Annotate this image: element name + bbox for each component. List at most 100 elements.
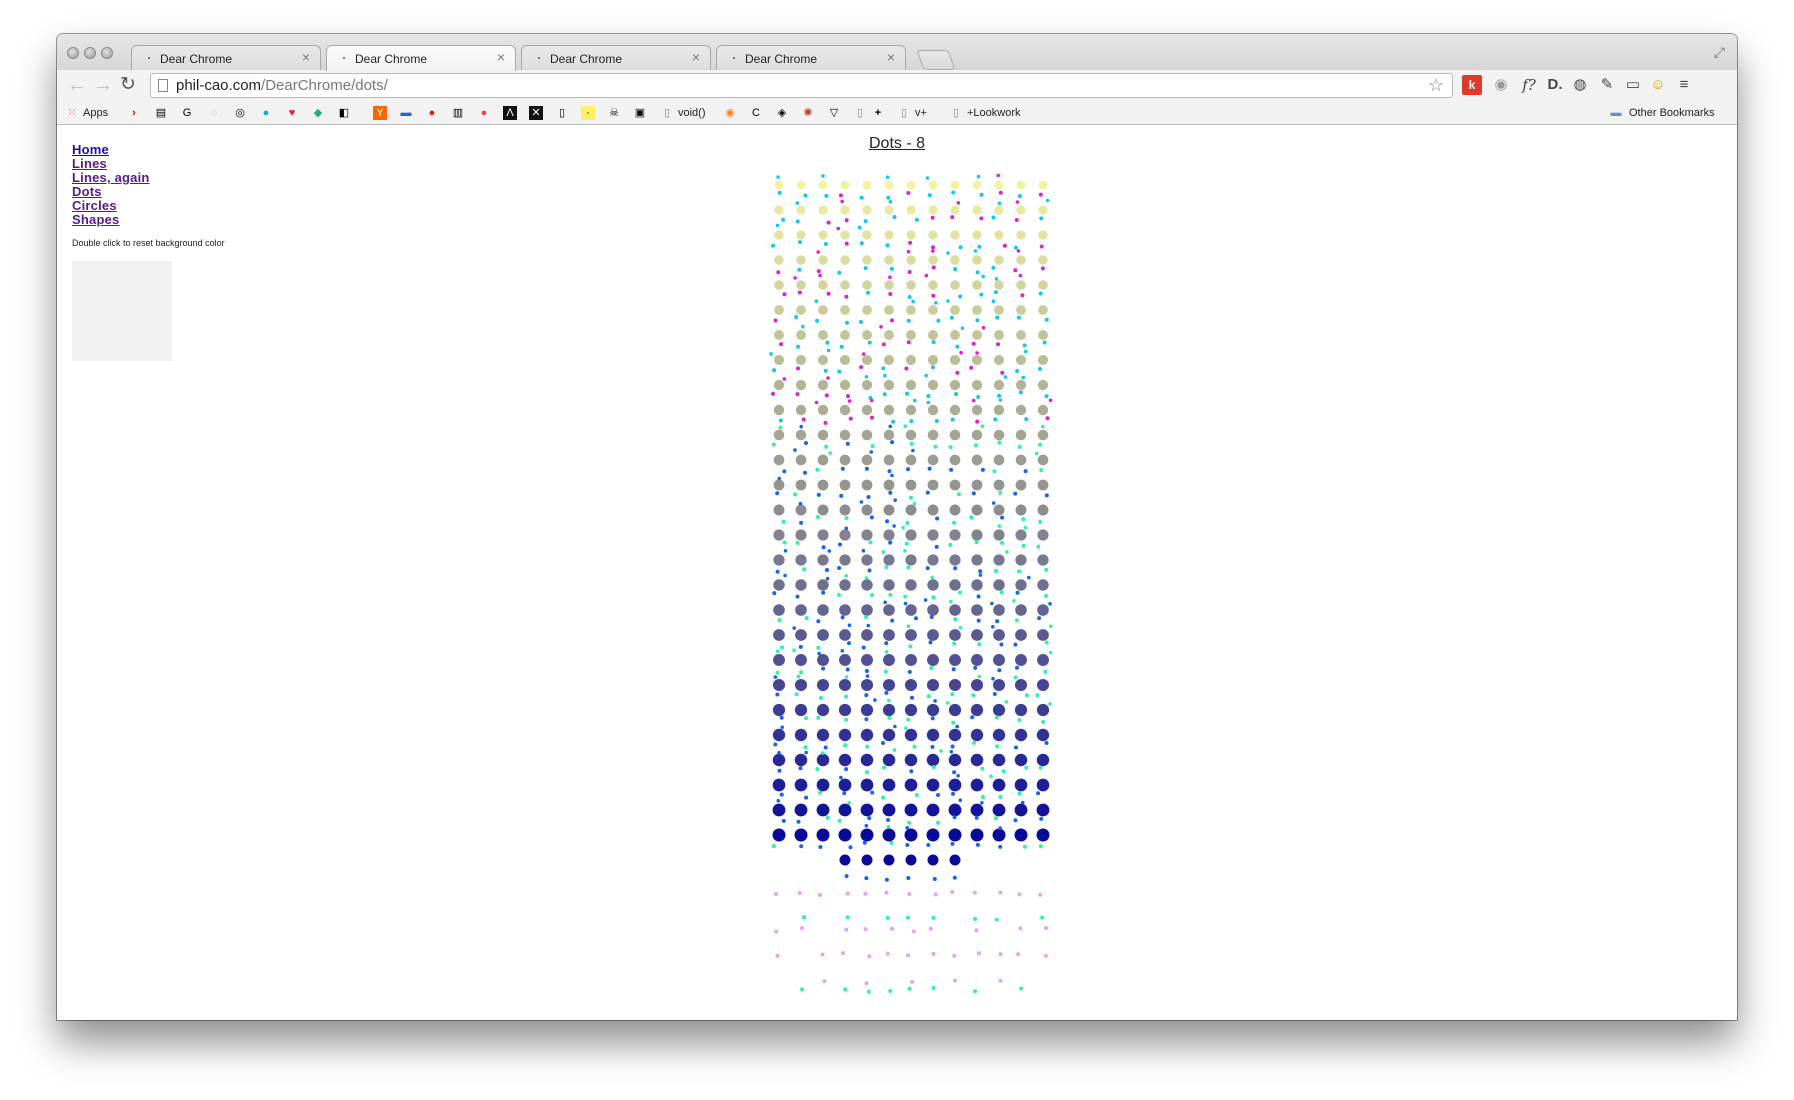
grid-dot: [862, 255, 872, 265]
bookmark-icon[interactable]: ▬: [399, 106, 413, 120]
reload-icon[interactable]: ↻: [120, 74, 136, 96]
klout-extension-icon[interactable]: k: [1462, 75, 1482, 95]
bookmark-icon[interactable]: Y: [373, 106, 387, 120]
accent-dot: [844, 574, 848, 578]
bookmark-icon[interactable]: ›: [127, 106, 141, 120]
whatfont-icon[interactable]: f?: [1519, 75, 1539, 95]
bookmark-icon[interactable]: ▣: [633, 106, 647, 120]
bookmark-icon[interactable]: ●: [425, 106, 439, 120]
bookmark-icon[interactable]: ◎: [233, 106, 247, 120]
accent-dot: [1044, 567, 1049, 572]
bookmark-void[interactable]: void(): [678, 105, 706, 121]
bookmark-star-icon[interactable]: ☆: [1428, 75, 1444, 96]
grid-dot: [860, 803, 874, 817]
accent-dot: [950, 692, 955, 697]
accent-dot: [980, 766, 985, 771]
grid-dot: [817, 579, 829, 591]
accent-dot: [781, 217, 786, 222]
accent-dot: [888, 200, 893, 204]
bookmark-other[interactable]: Other Bookmarks: [1629, 105, 1715, 121]
bookmark-icon[interactable]: ✕: [529, 106, 543, 120]
extension-d-icon[interactable]: D.: [1545, 75, 1565, 95]
close-tab-icon[interactable]: ×: [887, 49, 895, 65]
bookmark-icon[interactable]: ◆: [311, 106, 325, 120]
bookmark-icon[interactable]: ◉: [723, 106, 737, 120]
bookmark-icon[interactable]: ▯: [555, 106, 569, 120]
bookmark-lookwork[interactable]: +Lookwork: [967, 105, 1021, 121]
face-extension-icon[interactable]: ☺: [1648, 75, 1668, 95]
bookmark-icon[interactable]: ◌: [207, 106, 221, 120]
close-window-button[interactable]: [67, 47, 79, 59]
bookmark-apps[interactable]: Apps: [83, 105, 108, 121]
grid-dot: [772, 728, 786, 742]
bookmark-icon[interactable]: ♥: [285, 106, 299, 120]
accent-dot: [826, 291, 831, 296]
tab-2[interactable]: Dear Chrome ×: [326, 45, 516, 71]
menu-icon[interactable]: ≡: [1674, 75, 1694, 95]
extension-new-icon[interactable]: ◍: [1570, 75, 1590, 95]
accent-dot: [883, 600, 887, 605]
accent-dot: [1002, 243, 1007, 248]
accent-dot: [864, 669, 869, 673]
bookmark-icon[interactable]: ·: [581, 106, 595, 120]
tab-3[interactable]: Dear Chrome ×: [521, 45, 711, 70]
forward-icon[interactable]: →: [93, 74, 113, 96]
grid-dot: [1036, 753, 1050, 767]
accent-dot: [847, 801, 851, 805]
accent-dot: [817, 651, 821, 656]
new-tab-button[interactable]: [916, 50, 956, 70]
accent-dot: [802, 567, 807, 572]
bookmark-icon[interactable]: ●: [477, 106, 491, 120]
accent-dot: [847, 641, 851, 646]
grid-dot: [927, 404, 939, 416]
bookmark-icon[interactable]: ▥: [451, 106, 465, 120]
close-tab-icon[interactable]: ×: [497, 49, 505, 65]
grid-dot: [882, 828, 896, 842]
grid-dot: [994, 330, 1004, 340]
bookmark-icon[interactable]: ☠: [607, 106, 621, 120]
accent-dot: [844, 927, 849, 932]
grid-dot: [993, 604, 1005, 616]
accent-dot: [976, 594, 981, 599]
accent-dot: [881, 795, 885, 800]
grid-dot: [884, 305, 894, 315]
accent-dot: [1017, 194, 1022, 199]
bookmark-icon[interactable]: Λ: [503, 106, 517, 120]
accent-dot: [1038, 892, 1043, 897]
accent-dot: [975, 270, 980, 275]
accent-dot: [847, 399, 852, 403]
bookmark-icon[interactable]: ◈: [775, 106, 789, 120]
address-bar[interactable]: phil-cao.com/DearChrome/dots/ ☆: [150, 73, 1453, 98]
cast-icon[interactable]: ▭: [1623, 75, 1643, 95]
close-tab-icon[interactable]: ×: [302, 49, 310, 65]
extension-icon[interactable]: ◉: [1491, 75, 1511, 95]
fullscreen-icon[interactable]: ⤢: [1714, 44, 1725, 61]
bookmark-icon[interactable]: G: [180, 106, 194, 120]
accent-dot: [823, 745, 828, 750]
wrench-icon[interactable]: ✎: [1597, 75, 1617, 95]
bookmark-icon[interactable]: ✺: [801, 106, 815, 120]
accent-dot: [1016, 952, 1021, 957]
grid-dot: [817, 504, 829, 516]
accent-dot: [953, 267, 958, 271]
grid-dot: [927, 629, 939, 641]
bookmark-icon[interactable]: ▤: [154, 106, 168, 120]
close-tab-icon[interactable]: ×: [692, 49, 700, 65]
accent-dot: [774, 929, 779, 934]
bookmark-icon[interactable]: ●: [259, 106, 273, 120]
bookmark-icon[interactable]: ◧: [337, 106, 351, 120]
zoom-window-button[interactable]: [101, 47, 113, 59]
tab-1[interactable]: Dear Chrome ×: [131, 45, 321, 70]
bookmark-icon[interactable]: +: [871, 106, 885, 120]
accent-dot: [951, 791, 955, 796]
grid-dot: [773, 454, 785, 466]
dots-canvas[interactable]: [57, 125, 1737, 1020]
accent-dot: [931, 595, 936, 600]
back-icon[interactable]: ←: [67, 74, 87, 96]
bookmark-icon[interactable]: C: [749, 106, 763, 120]
tab-4[interactable]: Dear Chrome ×: [716, 45, 906, 70]
bookmark-icon[interactable]: ▽: [827, 106, 841, 120]
minimize-window-button[interactable]: [84, 47, 96, 59]
bookmark-vplus[interactable]: v+: [915, 105, 927, 121]
grid-dot: [883, 504, 895, 516]
